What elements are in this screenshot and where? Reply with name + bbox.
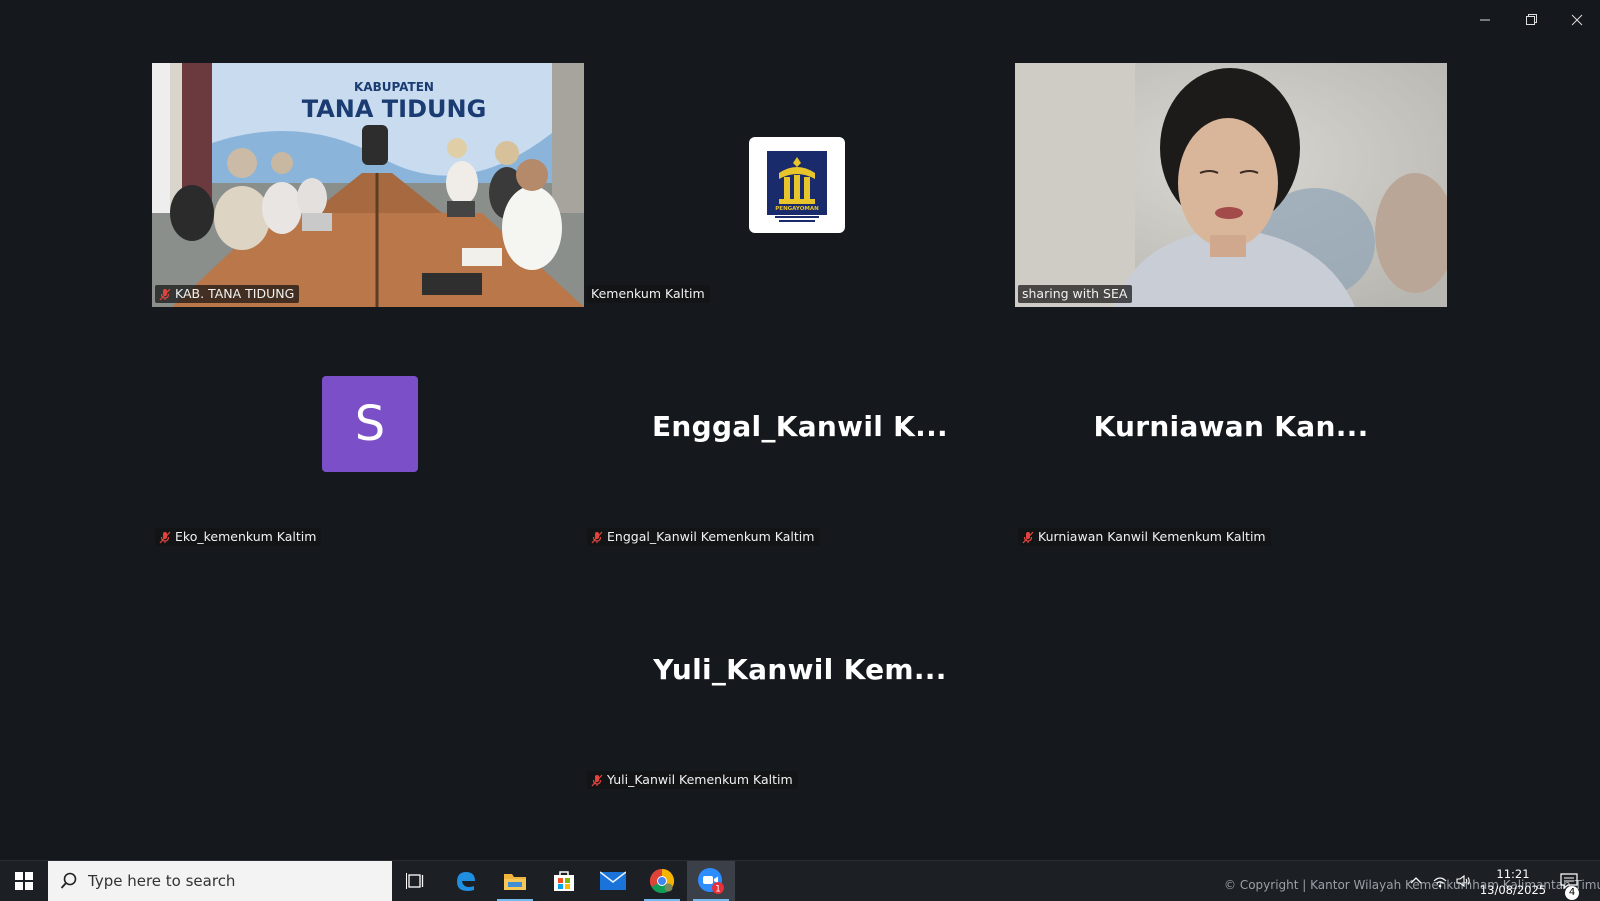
participant-tile-kemenkum[interactable]: PENGAYOMAN Kemenkum Kaltim	[584, 63, 1016, 307]
participant-name: Eko_kemenkum Kaltim	[175, 529, 317, 544]
conference-room-video: KABUPATEN TANA TIDUNG	[152, 63, 584, 307]
mic-muted-icon	[159, 531, 171, 544]
task-view-button[interactable]	[392, 861, 440, 901]
participant-name: sharing with SEA	[1022, 286, 1128, 301]
participant-name-tag: Yuli_Kanwil Kemenkum Kaltim	[587, 771, 798, 789]
show-hidden-icons-button[interactable]	[1408, 873, 1424, 889]
banner-top-text: KABUPATEN	[354, 80, 434, 94]
banner-main-text: TANA TIDUNG	[302, 95, 487, 123]
clock-date: 13/08/2025	[1479, 883, 1547, 897]
participant-display-name: Kurniawan Kan...	[1093, 410, 1369, 443]
participant-name-tag: Eko_kemenkum Kaltim	[155, 528, 322, 546]
windows-logo-icon	[15, 872, 33, 890]
wifi-icon	[1433, 877, 1447, 888]
store-icon	[554, 871, 574, 891]
speaker-video	[1015, 63, 1447, 307]
volume-button[interactable]	[1455, 873, 1471, 889]
taskbar-app-file-explorer[interactable]	[491, 861, 539, 901]
close-icon	[1571, 14, 1583, 26]
clock-time: 11:21	[1496, 867, 1530, 881]
taskbar-app-edge[interactable]	[442, 861, 490, 901]
windows-taskbar: 1 © Copyright | Kantor Wilayah Kemenkumh…	[0, 860, 1600, 901]
chevron-up-icon	[1410, 877, 1422, 884]
notification-count-badge: 4	[1565, 886, 1579, 900]
taskbar-app-zoom[interactable]: 1	[687, 861, 735, 901]
pengayoman-logo-icon: PENGAYOMAN	[767, 151, 827, 222]
participant-name-tag: Enggal_Kanwil Kemenkum Kaltim	[587, 528, 820, 546]
participant-display-name: Enggal_Kanwil K...	[652, 410, 948, 443]
title-bar	[0, 0, 1600, 40]
edge-icon	[457, 872, 475, 891]
taskbar-app-mail[interactable]	[589, 861, 637, 901]
restore-icon	[1526, 14, 1537, 25]
folder-icon	[504, 874, 526, 890]
chrome-icon	[649, 869, 675, 894]
mic-muted-icon	[591, 774, 603, 787]
speaker-icon	[1456, 874, 1470, 888]
zoom-icon: 1	[698, 868, 724, 895]
svg-text:PENGAYOMAN: PENGAYOMAN	[775, 206, 819, 212]
mail-icon	[600, 871, 626, 890]
participant-name-tag: Kemenkum Kaltim	[587, 285, 710, 303]
participant-name-tag: Kurniawan Kanwil Kemenkum Kaltim	[1018, 528, 1271, 546]
participant-name: Enggal_Kanwil Kemenkum Kaltim	[607, 529, 815, 544]
network-button[interactable]	[1432, 873, 1448, 889]
participant-name: Kemenkum Kaltim	[591, 286, 705, 301]
taskbar-app-microsoft-store[interactable]	[540, 861, 588, 901]
mic-muted-icon	[159, 288, 171, 301]
participant-name: Kurniawan Kanwil Kemenkum Kaltim	[1038, 529, 1266, 544]
mic-muted-icon	[1022, 531, 1034, 544]
taskbar-app-chrome[interactable]	[638, 861, 686, 901]
minimize-button[interactable]	[1470, 8, 1500, 32]
taskbar-search[interactable]	[48, 861, 392, 901]
participant-name: KAB. TANA TIDUNG	[175, 286, 295, 301]
mic-muted-icon	[591, 531, 603, 544]
search-icon	[60, 872, 77, 889]
participant-name-tag: KAB. TANA TIDUNG	[155, 285, 300, 303]
participant-tile-enggal[interactable]: Enggal_Kanwil K... Enggal_Kanwil Kemenku…	[584, 306, 1016, 550]
participant-tile-yuli[interactable]: Yuli_Kanwil Kem... Yuli_Kanwil Kemenkum …	[584, 549, 1016, 793]
start-button[interactable]	[0, 861, 48, 901]
restore-button[interactable]	[1516, 8, 1546, 32]
organization-logo: PENGAYOMAN	[749, 137, 845, 233]
task-view-icon	[406, 873, 424, 889]
participant-tile-tana-tidung[interactable]: KABUPATEN TANA TIDUNG KAB. TANA TIDUNG	[152, 63, 584, 307]
close-button[interactable]	[1562, 8, 1592, 32]
participant-name-tag: sharing with SEA	[1018, 285, 1133, 303]
search-input[interactable]	[86, 871, 380, 891]
zoom-notification-badge: 1	[715, 885, 721, 895]
participant-name: Yuli_Kanwil Kemenkum Kaltim	[607, 772, 793, 787]
participant-display-name: Yuli_Kanwil Kem...	[653, 653, 947, 686]
minimize-icon	[1480, 19, 1490, 21]
participant-tile-kurniawan[interactable]: Kurniawan Kan... Kurniawan Kanwil Kemenk…	[1015, 306, 1447, 550]
system-clock[interactable]: 11:21 13/08/2025	[1478, 866, 1548, 898]
participant-tile-sea[interactable]: sharing with SEA	[1015, 63, 1447, 307]
participant-tile-eko[interactable]: S Eko_kemenkum Kaltim	[152, 306, 584, 550]
avatar: S	[322, 376, 418, 472]
